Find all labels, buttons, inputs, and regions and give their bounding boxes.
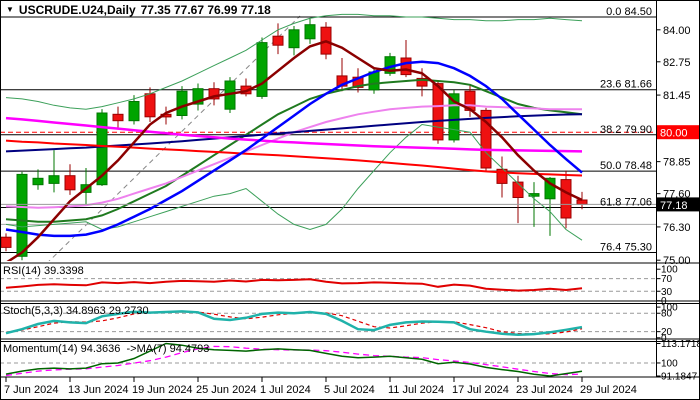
- candle-up: [305, 25, 315, 39]
- candle-up: [49, 176, 59, 184]
- candle-down: [113, 114, 123, 120]
- fib-level-label: 61.8 77.06: [600, 196, 652, 208]
- candle-up: [129, 102, 139, 121]
- price-axis-label: 82.75: [663, 57, 691, 69]
- candle-down: [273, 36, 283, 45]
- candle-up: [289, 30, 299, 48]
- price-axis-label: 81.45: [663, 90, 691, 102]
- fib-level-label: 0.0 84.50: [606, 6, 652, 18]
- candle-up: [17, 174, 27, 256]
- date-axis-label: 19 Jun 2024: [132, 384, 193, 396]
- candle-up: [257, 43, 267, 97]
- price-alert-badge-label: 80.00: [660, 128, 688, 140]
- date-axis-label: 23 Jul 2024: [516, 384, 573, 396]
- symbol-dropdown-icon[interactable]: ▼: [6, 5, 14, 14]
- candle-down: [1, 237, 11, 247]
- chart-title-bar[interactable]: ▼ USCRUDE.U24,Daily 77.35 77.67 76.99 77…: [6, 3, 271, 17]
- momentum-axis-label: 100: [661, 358, 678, 369]
- candle-up: [33, 178, 43, 184]
- price-axis-label: 76.30: [663, 222, 691, 234]
- fib-level-label: 50.0 78.48: [600, 160, 652, 172]
- momentum-axis-label: 91.1847: [661, 372, 698, 383]
- momentum-axis-label: 113.1718: [661, 339, 700, 350]
- price-axis-label: 84.00: [663, 25, 691, 37]
- candle-down: [145, 94, 155, 117]
- date-axis-label: 5 Jul 2024: [324, 384, 375, 396]
- candle-down: [433, 84, 443, 140]
- date-axis-label: 1 Jul 2024: [260, 384, 311, 396]
- candle-up: [177, 91, 187, 115]
- rsi-indicator-label: RSI(14) 39.3398: [3, 265, 84, 277]
- mt4-chart-window: 0.0 84.50 23.6 81.66 38.2 79.90 50.0 78.48 6…: [0, 0, 700, 400]
- fib-level-label: 38.2 79.90: [600, 124, 652, 136]
- date-axis-label: 29 Jul 2024: [580, 384, 637, 396]
- stoch-axis-label: 80: [661, 309, 673, 320]
- symbol-period-label: USCRUDE.U24,Daily: [19, 3, 136, 17]
- date-axis-label: 7 Jun 2024: [4, 384, 58, 396]
- candle-down: [65, 176, 75, 190]
- date-axis-label: 25 Jun 2024: [196, 384, 257, 396]
- candle-down: [401, 58, 411, 75]
- fib-level-label: 76.4 75.30: [600, 242, 652, 254]
- candle-down: [561, 180, 571, 218]
- fib-level-label: 23.6 81.66: [600, 79, 652, 91]
- date-axis-label: 11 Jul 2024: [388, 384, 444, 396]
- current-price-badge-label: 77.18: [660, 200, 688, 212]
- momentum-indicator-label: Momentum(14) 94.3636 ->MA(7) 94.4793: [3, 343, 209, 355]
- candle-down: [577, 200, 587, 204]
- chart-canvas[interactable]: 0.0 84.50 23.6 81.66 38.2 79.90 50.0 78.48 6…: [0, 0, 700, 400]
- stoch-indicator-label: Stoch(5,3,3) 34.8963 29.2730: [3, 305, 149, 317]
- date-axis-label: 17 Jul 2024: [452, 384, 509, 396]
- price-axis-label: 78.85: [663, 157, 691, 169]
- ohlc-values: 77.35 77.67 76.99 77.18: [141, 3, 271, 17]
- candle-down: [513, 182, 523, 197]
- date-axis-label: 13 Jun 2024: [68, 384, 129, 396]
- rsi-axis-label: 70: [661, 274, 673, 285]
